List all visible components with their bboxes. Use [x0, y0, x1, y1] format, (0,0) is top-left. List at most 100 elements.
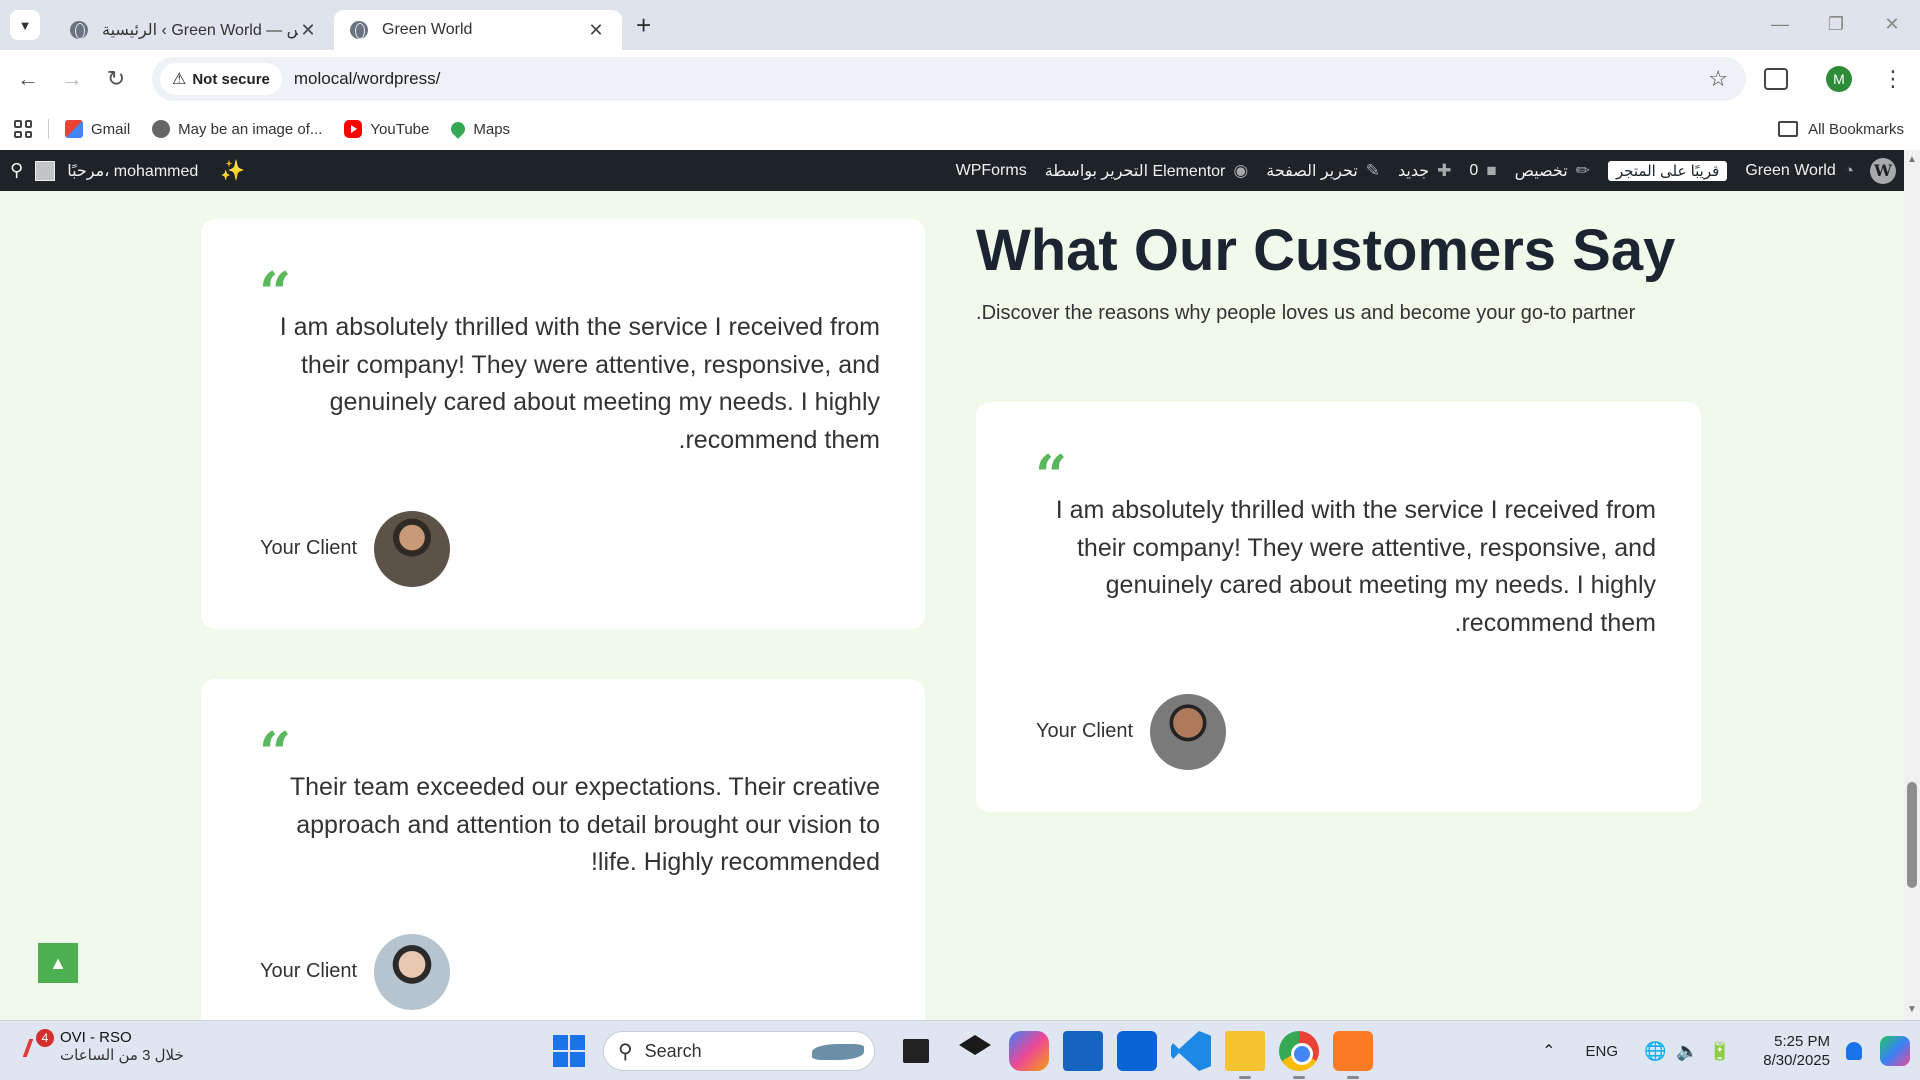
bookmark-facebook[interactable]: May be an image of... [152, 120, 322, 138]
wp-item-label: تخصيص [1514, 162, 1568, 180]
notification-badge: 4 [36, 1028, 54, 1047]
bookmark-star-icon[interactable]: ☆ [1708, 66, 1728, 92]
taskbar-apps: ⚲ Search [553, 1029, 1380, 1079]
wp-greeting[interactable]: مرحبًا، mohammed [67, 161, 198, 181]
scroll-to-top-button[interactable]: ▲ [38, 943, 78, 983]
security-chip[interactable]: ⚠ Not secure [160, 63, 282, 95]
omnibox[interactable]: ⚠ Not secure molocal/wordpress/ ☆ [152, 57, 1746, 101]
testimonial-card: “ I am absolutely thrilled with the serv… [976, 402, 1701, 812]
coming-soon-label: قريبًا على المتجر [1607, 160, 1728, 181]
client-name: Your Client [260, 960, 358, 982]
edit-page[interactable]: تحرير الصفحة ✎ [1266, 161, 1380, 181]
scrollbar-thumb[interactable] [1907, 782, 1917, 888]
scroll-down-arrow-icon[interactable]: ▼ [1907, 1004, 1917, 1015]
bookmark-youtube[interactable]: YouTube [344, 120, 429, 138]
new-content[interactable]: جديد ✚ [1398, 161, 1451, 181]
ai-sparkle-icon[interactable]: ✨ [220, 158, 245, 183]
tab-title: Green World [382, 21, 473, 38]
tab-wordpress-admin[interactable]: الرئيسية ‹ Green World — ووردبريس ✕ [54, 10, 334, 50]
restore-icon[interactable]: ❐ [1808, 0, 1864, 50]
minimize-icon[interactable]: — [1752, 0, 1808, 50]
copilot-preview-icon[interactable] [1880, 1036, 1910, 1066]
warning-icon: ⚠ [172, 71, 187, 88]
wp-admin-bar-left: ⚲ مرحبًا، mohammed ✨ [10, 150, 245, 191]
coming-soon-pill[interactable]: قريبًا على المتجر [1607, 160, 1728, 181]
scroll-up-arrow-icon[interactable]: ▲ [1907, 154, 1917, 165]
edit-with-elementor[interactable]: التحرير بواسطة Elementor ◉ [1045, 161, 1249, 181]
dropbox-icon[interactable] [959, 1035, 991, 1055]
bookmark-label: YouTube [370, 120, 430, 138]
running-indicator [1293, 1076, 1305, 1079]
extensions-icon[interactable] [1764, 68, 1788, 90]
copilot-icon[interactable] [1009, 1031, 1049, 1071]
folder-icon [1778, 121, 1799, 137]
tab-search-chevron-icon[interactable]: ▼ [10, 10, 40, 40]
address-toolbar: ← → ↻ ⚠ Not secure molocal/wordpress/ ☆ … [0, 50, 1920, 108]
close-tab-icon[interactable]: ✕ [586, 20, 606, 41]
comment-icon: ■ [1486, 160, 1497, 180]
search-icon: ⚲ [618, 1040, 633, 1063]
network-volume-battery-icons[interactable]: 🌐🔈🔋 [1644, 1041, 1741, 1062]
taskbar-search[interactable]: ⚲ Search [603, 1031, 875, 1071]
comments-count[interactable]: 0 ■ [1469, 161, 1496, 181]
user-avatar[interactable] [35, 160, 56, 181]
reload-icon[interactable]: ↻ [94, 66, 138, 92]
system-tray: ⌃ ENG 🌐🔈🔋 5:25 PM 8/30/2025 [1542, 1021, 1920, 1080]
forward-icon[interactable]: → [50, 66, 94, 92]
xampp-icon[interactable] [1333, 1031, 1373, 1079]
tab-title: الرئيسية ‹ Green World — ووردبريس [102, 22, 298, 39]
page-scrollbar[interactable]: ▲ ▼ [1904, 150, 1920, 1020]
file-explorer-icon[interactable] [1225, 1031, 1265, 1079]
maps-icon [448, 119, 469, 139]
close-tab-icon[interactable]: ✕ [298, 20, 318, 41]
notifications-bell-icon[interactable] [1846, 1042, 1862, 1060]
running-indicator [1239, 1076, 1251, 1079]
windows-start-icon[interactable] [553, 1035, 585, 1067]
outlook-icon[interactable] [1117, 1031, 1157, 1071]
wp-item-label: التحرير بواسطة Elementor [1044, 162, 1226, 180]
menu-kebab-icon[interactable]: ⋮ [1882, 66, 1904, 92]
microsoft-store-icon[interactable] [1063, 1031, 1103, 1071]
bookmark-label: Gmail [91, 120, 131, 138]
facebook-icon [152, 120, 171, 138]
customize[interactable]: تخصيص ✏ [1515, 161, 1590, 181]
profile-avatar[interactable]: M [1826, 66, 1852, 92]
all-bookmarks[interactable]: All Bookmarks [1778, 108, 1904, 150]
wordpress-logo-icon[interactable]: W [1870, 157, 1896, 184]
all-bookmarks-label: All Bookmarks [1808, 120, 1904, 138]
client-name: Your Client [1036, 720, 1134, 742]
vscode-icon[interactable] [1171, 1031, 1211, 1071]
bookmark-maps[interactable]: Maps [448, 119, 510, 139]
window-controls: — ❐ ✕ [1752, 0, 1920, 50]
url-text[interactable]: molocal/wordpress/ [294, 69, 440, 89]
brush-icon: ✏ [1575, 160, 1590, 180]
site-name[interactable]: Green World ◔ [1745, 161, 1854, 181]
youtube-icon [344, 120, 363, 138]
widget-subtitle: خلال 3 من الساعات [60, 1047, 184, 1064]
clock[interactable]: 5:25 PM 8/30/2025 [1763, 1032, 1830, 1070]
tab-green-world[interactable]: Green World ✕ [334, 10, 622, 50]
globe-icon [350, 21, 368, 39]
testimonial-text: Their team exceeded our expectations. Th… [289, 773, 880, 876]
show-hidden-icons-icon[interactable]: ⌃ [1542, 1041, 1555, 1061]
back-icon[interactable]: ← [6, 66, 50, 92]
search-icon[interactable]: ⚲ [10, 160, 23, 181]
task-view-icon[interactable] [903, 1039, 929, 1063]
bookmark-gmail[interactable]: Gmail [65, 120, 130, 138]
elementor-icon: ◉ [1233, 160, 1249, 180]
dashboard-icon: ◔ [1843, 160, 1854, 180]
wpforms-menu[interactable]: WPForms [956, 162, 1027, 180]
language-indicator[interactable]: ENG [1586, 1043, 1619, 1060]
search-highlight-icon [812, 1044, 864, 1060]
section-subtitle: Discover the reasons why people loves us… [976, 302, 1636, 324]
testimonial-card: “ Their team exceeded our expectations. … [201, 679, 925, 1020]
widget-title: OVI - RSO [60, 1029, 132, 1046]
running-indicator [1347, 1076, 1359, 1079]
close-window-icon[interactable]: ✕ [1864, 0, 1920, 50]
news-widget[interactable]: 4 OVI - RSO خلال 3 من الساعات [22, 1028, 184, 1064]
apps-grid-icon[interactable] [14, 120, 32, 138]
chrome-icon[interactable] [1279, 1031, 1319, 1079]
testimonial-card: “ I am absolutely thrilled with the serv… [201, 219, 925, 629]
chevron-up-icon: ▲ [49, 952, 67, 973]
new-tab-icon[interactable]: + [636, 10, 651, 41]
